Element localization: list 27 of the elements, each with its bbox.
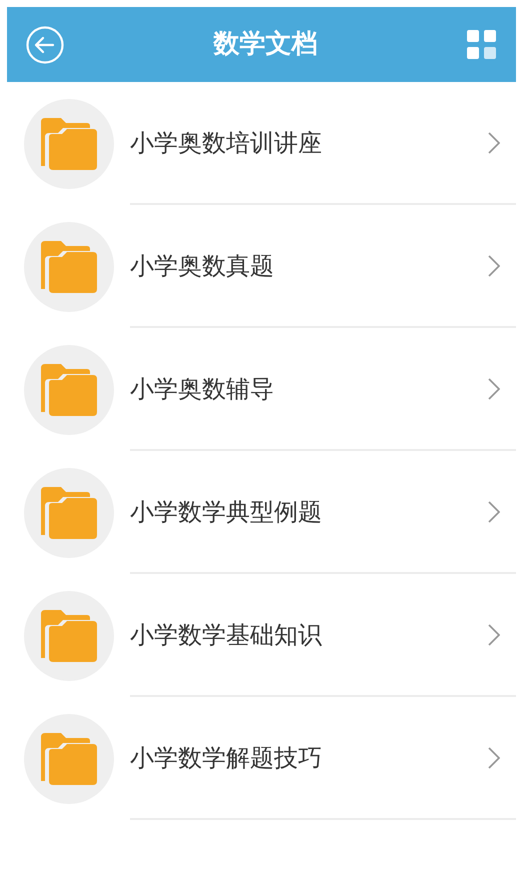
folder-name: 小学奥数培训讲座 <box>130 128 323 158</box>
folder-icon <box>41 610 97 662</box>
folder-list-item[interactable]: 小学奥数辅导 <box>7 328 516 451</box>
folder-name: 小学数学解题技巧 <box>130 742 323 774</box>
grid-icon[interactable] <box>467 30 497 60</box>
chevron-right-icon <box>488 378 500 400</box>
folder-icon <box>41 364 97 416</box>
chevron-right-icon <box>488 500 500 522</box>
folder-icon <box>41 486 97 538</box>
back-icon[interactable] <box>26 26 64 64</box>
folder-name: 小学奥数辅导 <box>130 374 275 404</box>
folder-list-item[interactable]: 小学数学典型例题 <box>7 451 516 574</box>
folder-icon <box>41 118 97 170</box>
chevron-right-icon <box>488 254 500 276</box>
folder-icon <box>41 240 97 292</box>
folder-name: 小学数学基础知识 <box>130 620 323 650</box>
folder-icon <box>41 732 97 784</box>
chevron-right-icon <box>488 132 500 154</box>
folder-name: 小学数学典型例题 <box>130 496 323 528</box>
folder-list-item[interactable]: 小学数学基础知识 <box>7 574 516 697</box>
chevron-right-icon <box>488 746 500 768</box>
folder-name: 小学奥数真题 <box>130 250 275 282</box>
chevron-right-icon <box>488 624 500 646</box>
folder-list-item[interactable]: 小学奥数培训讲座 <box>7 82 516 205</box>
folder-list-item[interactable]: 小学数学解题技巧 <box>7 697 516 820</box>
folder-list-item[interactable]: 小学奥数真题 <box>7 205 516 328</box>
header-title: 数学文档 <box>214 28 318 61</box>
